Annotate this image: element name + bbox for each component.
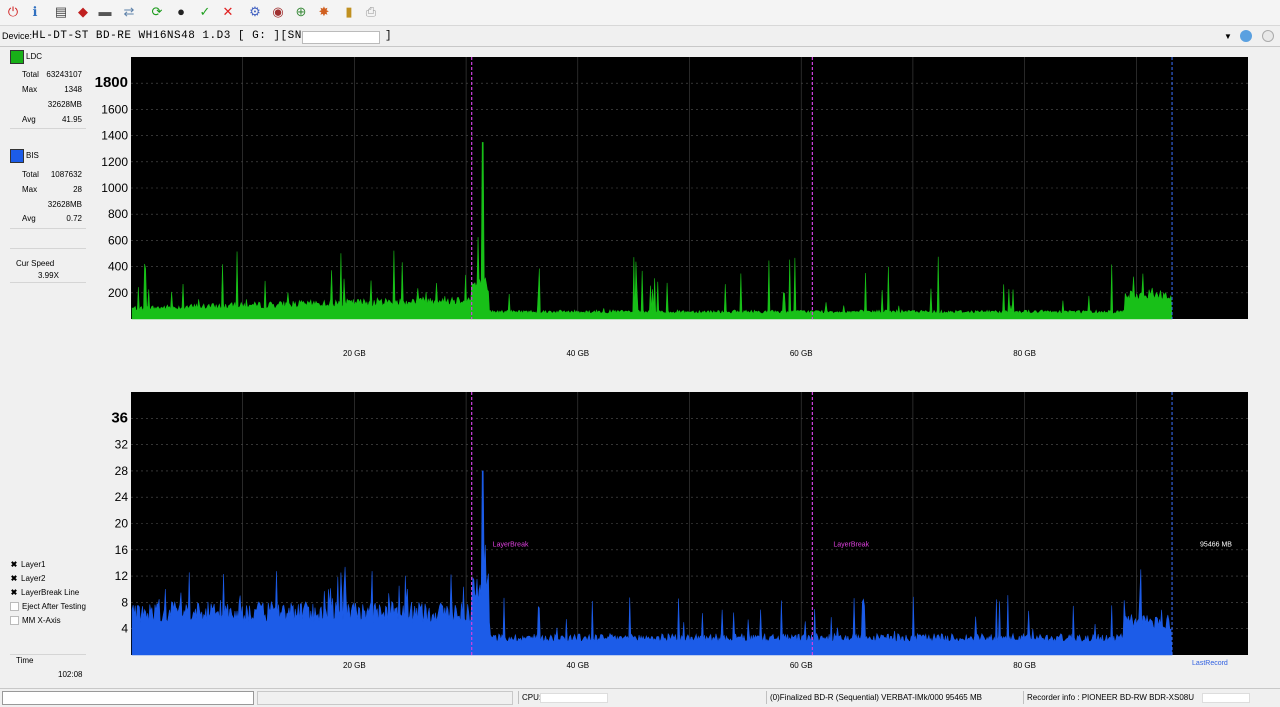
last-record-label: LastRecord bbox=[1192, 660, 1228, 667]
cpu-meter bbox=[540, 693, 608, 703]
device-bracket: ] bbox=[385, 30, 392, 42]
refresh-icon[interactable]: ⟳ bbox=[148, 3, 166, 21]
serial-number-field bbox=[302, 31, 380, 44]
back-icon[interactable] bbox=[1240, 30, 1252, 42]
y-tick-label: 800 bbox=[108, 207, 128, 221]
settings-icon[interactable]: ⚙ bbox=[246, 3, 264, 21]
end-size-label: 95466 MB bbox=[1200, 542, 1232, 549]
y-tick-label: 36 bbox=[111, 409, 128, 426]
checkbox-icon[interactable] bbox=[10, 616, 19, 626]
y-tick-label: 1000 bbox=[101, 181, 128, 195]
bis-chart: 4 8 12 16 20 24 28 32 36 20 GB 40 GB 60 GB 80 GB Laye… bbox=[111, 392, 1248, 670]
time-label: Time bbox=[16, 656, 34, 665]
option-mm-x-axis[interactable]: MM X-Axis bbox=[10, 616, 61, 626]
recorder-serial-field bbox=[1202, 693, 1250, 703]
y-tick-label: 32 bbox=[115, 438, 129, 452]
x-tick-label: 40 GB bbox=[566, 661, 589, 670]
check-icon[interactable]: ✓ bbox=[196, 3, 214, 21]
x-tick-label: 20 GB bbox=[343, 661, 366, 670]
transfer-icon[interactable]: ⇄ bbox=[120, 3, 138, 21]
x-tick-label: 80 GB bbox=[1013, 349, 1036, 358]
y-tick-label: 1400 bbox=[101, 129, 128, 143]
chevron-down-icon[interactable]: ▼ bbox=[1224, 32, 1232, 41]
cpu-label: CPU: bbox=[518, 691, 541, 704]
y-tick-label: 1200 bbox=[101, 155, 128, 169]
layer-break-label: LayerBreak bbox=[493, 542, 529, 549]
option-label: LayerBreak Line bbox=[21, 588, 80, 597]
checkbox-icon[interactable]: ✖ bbox=[10, 574, 18, 583]
cur-speed-label: Cur Speed bbox=[16, 259, 55, 268]
power-icon[interactable]: ⏻ bbox=[4, 3, 22, 21]
ldc-chart: 200 400 600 800 1000 1200 1400 1600 1800 20 GB 40 … bbox=[95, 57, 1248, 358]
recorder-info: Recorder info : PIONEER BD-RW BDR-XS08U bbox=[1023, 691, 1194, 704]
time-value: 102:08 bbox=[58, 670, 83, 679]
drive-icon[interactable]: ▤ bbox=[52, 3, 70, 21]
option-layer1[interactable]: ✖ Layer1 bbox=[10, 560, 46, 569]
x-tick-label: 80 GB bbox=[1013, 661, 1036, 670]
y-tick-label: 1600 bbox=[101, 102, 128, 116]
disc-stack-icon[interactable]: ◉ bbox=[269, 3, 287, 21]
y-tick-label: 24 bbox=[115, 490, 129, 504]
x-tick-label: 60 GB bbox=[790, 349, 813, 358]
layer-break-label: LayerBreak bbox=[833, 542, 869, 549]
y-tick-label: 20 bbox=[115, 517, 129, 531]
progress-field bbox=[2, 691, 254, 705]
y-tick-label: 12 bbox=[115, 569, 129, 583]
option-label: Layer2 bbox=[21, 574, 46, 583]
status-message-field bbox=[257, 691, 513, 705]
status-bar: CPU: (0)Finalized BD-R (Sequential) VERB… bbox=[0, 688, 1280, 707]
disc-info: (0)Finalized BD-R (Sequential) VERBAT-IM… bbox=[766, 691, 982, 704]
y-tick-label: 400 bbox=[108, 260, 128, 274]
disc-drive-icon[interactable]: ▬ bbox=[96, 3, 114, 21]
device-bar: Device: HL-DT-ST BD-RE WH16NS48 1.D3 [ G… bbox=[0, 26, 1280, 47]
cur-speed-value: 3.99X bbox=[38, 271, 59, 280]
ldc-legend-swatch bbox=[10, 50, 24, 64]
y-tick-label: 4 bbox=[121, 622, 128, 636]
target-icon[interactable]: ⊕ bbox=[292, 3, 310, 21]
burn-icon[interactable]: ✸ bbox=[315, 3, 333, 21]
print-icon[interactable]: ⎙ bbox=[362, 3, 380, 21]
option-label: Layer1 bbox=[21, 560, 46, 569]
option-label: Eject After Testing bbox=[22, 602, 86, 611]
x-tick-label: 60 GB bbox=[790, 661, 813, 670]
toolbar: ⏻ ℹ ▤ ◆ ▬ ⇄ ⟳ ● ✓ ✕ ⚙ ◉ ⊕ ✸ ▮ ⎙ bbox=[0, 0, 1280, 26]
record-icon[interactable]: ● bbox=[172, 3, 190, 21]
option-eject-after-testing[interactable]: Eject After Testing bbox=[10, 602, 86, 612]
device-select[interactable]: HL-DT-ST BD-RE WH16NS48 1.D3 [ G: ][SN: bbox=[32, 30, 309, 42]
erase-icon[interactable]: ◆ bbox=[74, 3, 92, 21]
y-tick-label: 200 bbox=[108, 286, 128, 300]
bis-legend-swatch bbox=[10, 149, 24, 163]
x-tick-label: 20 GB bbox=[343, 349, 366, 358]
x-tick-label: 40 GB bbox=[566, 349, 589, 358]
y-tick-label: 600 bbox=[108, 233, 128, 247]
checkbox-icon[interactable]: ✖ bbox=[10, 588, 18, 597]
option-layerbreak-line[interactable]: ✖ LayerBreak Line bbox=[10, 588, 80, 597]
stop-icon[interactable]: ✕ bbox=[219, 3, 237, 21]
option-layer2[interactable]: ✖ Layer2 bbox=[10, 574, 46, 583]
info-icon[interactable]: ℹ bbox=[26, 3, 44, 21]
option-label: MM X-Axis bbox=[22, 616, 61, 625]
bis-label: BIS bbox=[26, 151, 39, 160]
checkbox-icon[interactable]: ✖ bbox=[10, 560, 18, 569]
device-label: Device: bbox=[2, 31, 33, 41]
checkbox-icon[interactable] bbox=[10, 602, 19, 612]
y-tick-label: 16 bbox=[115, 543, 129, 557]
sidebar: LDC Total 63243107 Max 1348 32628MB Avg 41.… bbox=[10, 50, 86, 679]
lock-icon[interactable] bbox=[1262, 30, 1274, 42]
y-tick-label: 1800 bbox=[95, 74, 128, 91]
chart-icon[interactable]: ▮ bbox=[340, 3, 358, 21]
ldc-label: LDC bbox=[26, 52, 43, 61]
y-tick-label: 8 bbox=[121, 595, 128, 609]
y-tick-label: 28 bbox=[115, 464, 129, 478]
